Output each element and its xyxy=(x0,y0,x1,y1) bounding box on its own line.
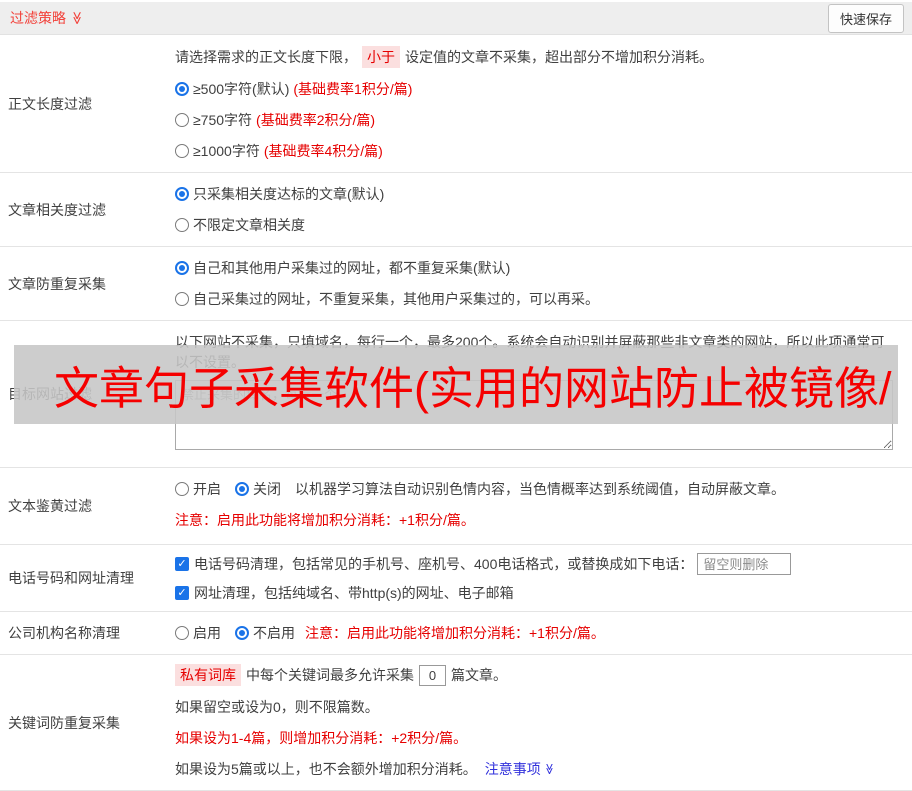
company-clean-cost-note: 注意：启用此功能将增加积分消耗：+1积分/篇。 xyxy=(305,625,605,641)
row-porn-filter: 文本鉴黄过滤 开启 关闭 以机器学习算法自动识别色情内容，当色情概率达到系统阈值… xyxy=(0,468,912,545)
less-than-highlight: 小于 xyxy=(362,46,400,68)
fee-note: (基础费率4积分/篇) xyxy=(263,143,383,159)
private-thesaurus-highlight: 私有词库 xyxy=(175,664,241,686)
porn-filter-cost-note: 注意：启用此功能将增加积分消耗：+1积分/篇。 xyxy=(175,512,475,528)
option-dedup-self-only[interactable]: 自己采集过的网址，不重复采集，其他用户采集过的，可以再采。 xyxy=(175,289,904,309)
radio-relevance-any[interactable] xyxy=(175,218,189,232)
row-dedup: 文章防重复采集 自己和其他用户采集过的网址，都不重复采集(默认) 自己采集过的网… xyxy=(0,247,912,321)
notes-link[interactable]: 注意事项 ≫ xyxy=(485,759,555,779)
row-company-clean: 公司机构名称清理 启用 不启用 注意：启用此功能将增加积分消耗：+1积分/篇。 xyxy=(0,612,912,655)
company-clean-options: 启用 不启用 注意：启用此功能将增加积分消耗：+1积分/篇。 xyxy=(175,623,904,643)
option-dedup-all-users[interactable]: 自己和其他用户采集过的网址，都不重复采集(默认) xyxy=(175,258,904,278)
option-relevance-any[interactable]: 不限定文章相关度 xyxy=(175,215,904,235)
porn-filter-options: 开启 关闭 以机器学习算法自动识别色情内容，当色情概率达到系统阈值，自动屏蔽文章… xyxy=(175,479,904,499)
radio-dedup-all-users[interactable] xyxy=(175,261,189,275)
row-phone-url-clean: 电话号码和网址清理 ✓ 电话号码清理，包括常见的手机号、座机号、400电话格式，… xyxy=(0,545,912,612)
radio-relevance-strict[interactable] xyxy=(175,187,189,201)
blocked-domains-textarea[interactable] xyxy=(175,380,893,450)
topbar: 过滤策略 ≫ 快速保存 xyxy=(0,2,912,35)
radio-company-clean-off[interactable] xyxy=(235,626,249,640)
radio-dedup-self-only[interactable] xyxy=(175,292,189,306)
keyword-limit-note-1: 如果留空或设为0，则不限篇数。 xyxy=(175,699,379,715)
row-label-company-clean: 公司机构名称清理 xyxy=(8,625,120,641)
fee-note: (基础费率1积分/篇) xyxy=(293,81,413,97)
radio-porn-on[interactable] xyxy=(175,482,189,496)
keyword-limit-line: 私有词库 中每个关键词最多允许采集 篇文章。 xyxy=(175,664,904,686)
radio-porn-off[interactable] xyxy=(235,482,249,496)
row-label-phone-url-clean: 电话号码和网址清理 xyxy=(8,570,134,586)
radio-company-clean-on[interactable] xyxy=(175,626,189,640)
body-length-description: 请选择需求的正文长度下限， 小于 设定值的文章不采集，超出部分不增加积分消耗。 xyxy=(175,46,904,68)
page-title: 过滤策略 xyxy=(10,10,66,26)
porn-filter-description: 以机器学习算法自动识别色情内容，当色情概率达到系统阈值，自动屏蔽文章。 xyxy=(295,481,785,497)
row-label-dedup: 文章防重复采集 xyxy=(8,275,106,292)
replacement-phone-input[interactable] xyxy=(697,553,792,575)
option-500-chars[interactable]: ≥500字符(默认) (基础费率1积分/篇) xyxy=(175,79,904,99)
radio-750-chars[interactable] xyxy=(175,113,189,127)
row-body-length: 正文长度过滤 请选择需求的正文长度下限， 小于 设定值的文章不采集，超出部分不增… xyxy=(0,35,912,173)
row-label-porn-filter: 文本鉴黄过滤 xyxy=(8,498,92,514)
company-clean-on-label[interactable]: 启用 xyxy=(193,623,221,643)
url-clean-option: ✓ 网址清理，包括纯域名、带http(s)的网址、电子邮箱 xyxy=(175,583,904,603)
option-relevance-strict[interactable]: 只采集相关度达标的文章(默认) xyxy=(175,184,904,204)
row-label-keyword-dedup: 关键词防重复采集 xyxy=(8,714,120,731)
section-title[interactable]: 过滤策略 ≫ xyxy=(10,8,85,28)
option-1000-chars[interactable]: ≥1000字符 (基础费率4积分/篇) xyxy=(175,141,904,161)
option-750-chars[interactable]: ≥750字符 (基础费率2积分/篇) xyxy=(175,110,904,130)
row-target-site: 目标网站过滤 以下网站不采集，只填域名，每行一个，最多200个。系统会自动识别并… xyxy=(0,321,912,468)
porn-on-label[interactable]: 开启 xyxy=(193,479,221,499)
keyword-limit-note-2: 如果设为5篇或以上，也不会额外增加积分消耗。 注意事项 ≫ xyxy=(175,759,904,779)
row-keyword-dedup: 关键词防重复采集 私有词库 中每个关键词最多允许采集 篇文章。 如果留空或设为0… xyxy=(0,655,912,791)
radio-500-chars[interactable] xyxy=(175,82,189,96)
row-label-target-site: 目标网站过滤 xyxy=(8,386,92,402)
chevron-double-down-icon: ≫ xyxy=(69,11,85,25)
quick-save-button[interactable]: 快速保存 xyxy=(827,3,904,33)
target-site-description: 以下网站不采集，只填域名，每行一个，最多200个。系统会自动识别并屏蔽那些非文章… xyxy=(175,334,885,370)
phone-clean-option: ✓ 电话号码清理，包括常见的手机号、座机号、400电话格式，或替换成如下电话： xyxy=(175,553,904,575)
fee-note: (基础费率2积分/篇) xyxy=(256,112,376,128)
row-label-body-length: 正文长度过滤 xyxy=(8,95,92,112)
porn-off-label[interactable]: 关闭 xyxy=(253,479,281,499)
company-clean-off-label[interactable]: 不启用 xyxy=(253,623,295,643)
chevron-double-down-icon: ≫ xyxy=(542,763,555,775)
checkbox-url-clean[interactable]: ✓ xyxy=(175,586,189,600)
radio-1000-chars[interactable] xyxy=(175,144,189,158)
keyword-article-limit-input[interactable] xyxy=(419,664,446,686)
row-label-relevance: 文章相关度过滤 xyxy=(8,201,106,218)
keyword-limit-cost-note: 如果设为1-4篇，则增加积分消耗：+2积分/篇。 xyxy=(175,730,468,746)
row-relevance: 文章相关度过滤 只采集相关度达标的文章(默认) 不限定文章相关度 xyxy=(0,173,912,247)
checkbox-phone-clean[interactable]: ✓ xyxy=(175,557,189,571)
